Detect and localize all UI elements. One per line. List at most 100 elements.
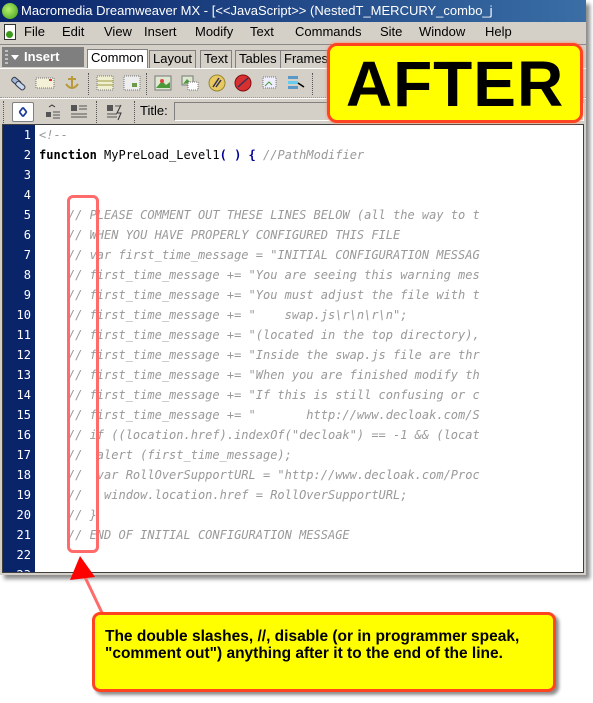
- menu-bar: File Edit View Insert Modify Text Comman…: [0, 22, 586, 42]
- code-view-icon[interactable]: [12, 102, 34, 122]
- toolbar-separator: [96, 101, 97, 123]
- tab-layout[interactable]: Layout: [149, 50, 197, 68]
- image-icon[interactable]: [153, 74, 173, 92]
- dreamweaver-logo-icon: [2, 3, 18, 19]
- code-comment: // first_time_message += "When you are f…: [39, 368, 480, 382]
- line-number: 6: [23, 228, 31, 242]
- toolbar-separator: [146, 73, 147, 95]
- line-number: 12: [16, 348, 31, 362]
- line-number: 7: [23, 248, 31, 262]
- code-line[interactable]: 2 function MyPreLoad_Level1( ) { //PathMo…: [3, 145, 583, 165]
- line-number: 5: [23, 208, 31, 222]
- menu-site[interactable]: Site: [380, 22, 402, 42]
- live-data-icon[interactable]: [104, 102, 126, 122]
- line-code: <!--: [39, 125, 68, 145]
- code-keyword: function: [39, 148, 97, 162]
- toolbar-separator: [134, 101, 135, 123]
- annotation-callout: The double slashes, //, disable (or in p…: [92, 612, 556, 692]
- code-comment: // first_time_message += "You must adjus…: [39, 288, 480, 302]
- code-comment: // if ((location.href).indexOf("decloak"…: [39, 428, 480, 442]
- title-bar: Macromedia Dreamweaver MX - [<<JavaScrip…: [0, 0, 586, 22]
- line-number: 8: [23, 268, 31, 282]
- line-number: 22: [16, 548, 31, 562]
- hyperlink-icon[interactable]: [8, 74, 28, 92]
- line-number: 9: [23, 288, 31, 302]
- rollover-image-icon[interactable]: [180, 74, 200, 92]
- line-number: 14: [16, 388, 31, 402]
- code-comment: // var RollOverSupportURL = "http://www.…: [39, 468, 480, 482]
- line-number: 20: [16, 508, 31, 522]
- email-link-icon[interactable]: [35, 74, 55, 92]
- menu-file[interactable]: File: [24, 22, 45, 42]
- toolbar-separator: [3, 101, 4, 123]
- code-comment: // first_time_message += "If this is sti…: [39, 388, 480, 402]
- code-comment: // first_time_message += " http://www.de…: [39, 408, 480, 422]
- window-title: Macromedia Dreamweaver MX - [<<JavaScrip…: [21, 3, 493, 18]
- line-code: // var RollOverSupportURL = "http://www.…: [39, 465, 480, 485]
- toolbar-separator: [88, 73, 89, 95]
- line-code: // first_time_message += "Inside the swa…: [39, 345, 480, 365]
- line-code: // first_time_message += "When you are f…: [39, 365, 480, 385]
- line-number: 15: [16, 408, 31, 422]
- menu-modify[interactable]: Modify: [195, 22, 233, 42]
- line-number: 1: [23, 128, 31, 142]
- menu-insert[interactable]: Insert: [144, 22, 177, 42]
- arrow-shaft: [82, 574, 106, 618]
- split-view-icon[interactable]: [42, 102, 64, 122]
- line-code: // if ((location.href).indexOf("decloak"…: [39, 425, 480, 445]
- code-comment: // first_time_message += "(located in th…: [39, 328, 480, 342]
- named-anchor-icon[interactable]: [62, 74, 82, 92]
- code-comment: // PLEASE COMMENT OUT THESE LINES BELOW …: [39, 208, 480, 222]
- code-line[interactable]: 23: [3, 565, 583, 572]
- collapse-triangle-icon: [11, 55, 19, 60]
- table-icon[interactable]: [95, 74, 115, 92]
- line-number: 3: [23, 168, 31, 182]
- line-number: 4: [23, 188, 31, 202]
- title-label: Title:: [140, 103, 168, 118]
- line-code: function MyPreLoad_Level1( ) { //PathMod…: [39, 145, 364, 165]
- code-line[interactable]: 3: [3, 165, 583, 185]
- panel-grip-icon[interactable]: [5, 50, 8, 64]
- line-code: // first_time_message += "(located in th…: [39, 325, 480, 345]
- insert-label: Insert: [24, 49, 60, 64]
- line-number: 21: [16, 528, 31, 542]
- line-code: // first_time_message += "You must adjus…: [39, 285, 480, 305]
- flash-icon[interactable]: [207, 74, 227, 92]
- shockwave-icon[interactable]: [233, 74, 253, 92]
- horizontal-rule-icon[interactable]: [286, 74, 306, 92]
- line-code: // first_time_message += "If this is sti…: [39, 385, 480, 405]
- line-number: 13: [16, 368, 31, 382]
- code-comment: <!--: [39, 128, 68, 142]
- line-number: 2: [23, 148, 31, 162]
- menu-commands[interactable]: Commands: [295, 22, 361, 42]
- code-token: {: [248, 148, 256, 162]
- code-comment: // first_time_message += "You are seeing…: [39, 268, 480, 282]
- menu-view[interactable]: View: [104, 22, 132, 42]
- tab-frames[interactable]: Frames: [280, 50, 333, 68]
- tab-common[interactable]: Common: [87, 49, 148, 69]
- insert-panel-toggle[interactable]: Insert: [2, 47, 84, 67]
- line-number: 17: [16, 448, 31, 462]
- tab-tables[interactable]: Tables: [235, 50, 281, 68]
- line-number: 18: [16, 468, 31, 482]
- code-comment: // var first_time_message = "INITIAL CON…: [39, 248, 480, 262]
- line-number: 23: [3, 565, 31, 572]
- menu-text[interactable]: Text: [250, 22, 274, 42]
- line-number: 16: [16, 428, 31, 442]
- code-token: MyPreLoad_Level1: [96, 148, 220, 162]
- code-line[interactable]: 1 <!--: [3, 125, 583, 145]
- toolbar-separator: [312, 73, 313, 95]
- menu-window[interactable]: Window: [419, 22, 465, 42]
- tab-text[interactable]: Text: [200, 50, 232, 68]
- layer-icon[interactable]: [122, 74, 142, 92]
- line-number: 19: [16, 488, 31, 502]
- line-code: // PLEASE COMMENT OUT THESE LINES BELOW …: [39, 205, 480, 225]
- menu-help[interactable]: Help: [485, 22, 512, 42]
- menu-edit[interactable]: Edit: [62, 22, 84, 42]
- navigation-bar-icon[interactable]: [260, 74, 280, 92]
- design-view-icon[interactable]: [68, 102, 90, 122]
- document-icon[interactable]: [4, 24, 16, 40]
- line-code: // var first_time_message = "INITIAL CON…: [39, 245, 480, 265]
